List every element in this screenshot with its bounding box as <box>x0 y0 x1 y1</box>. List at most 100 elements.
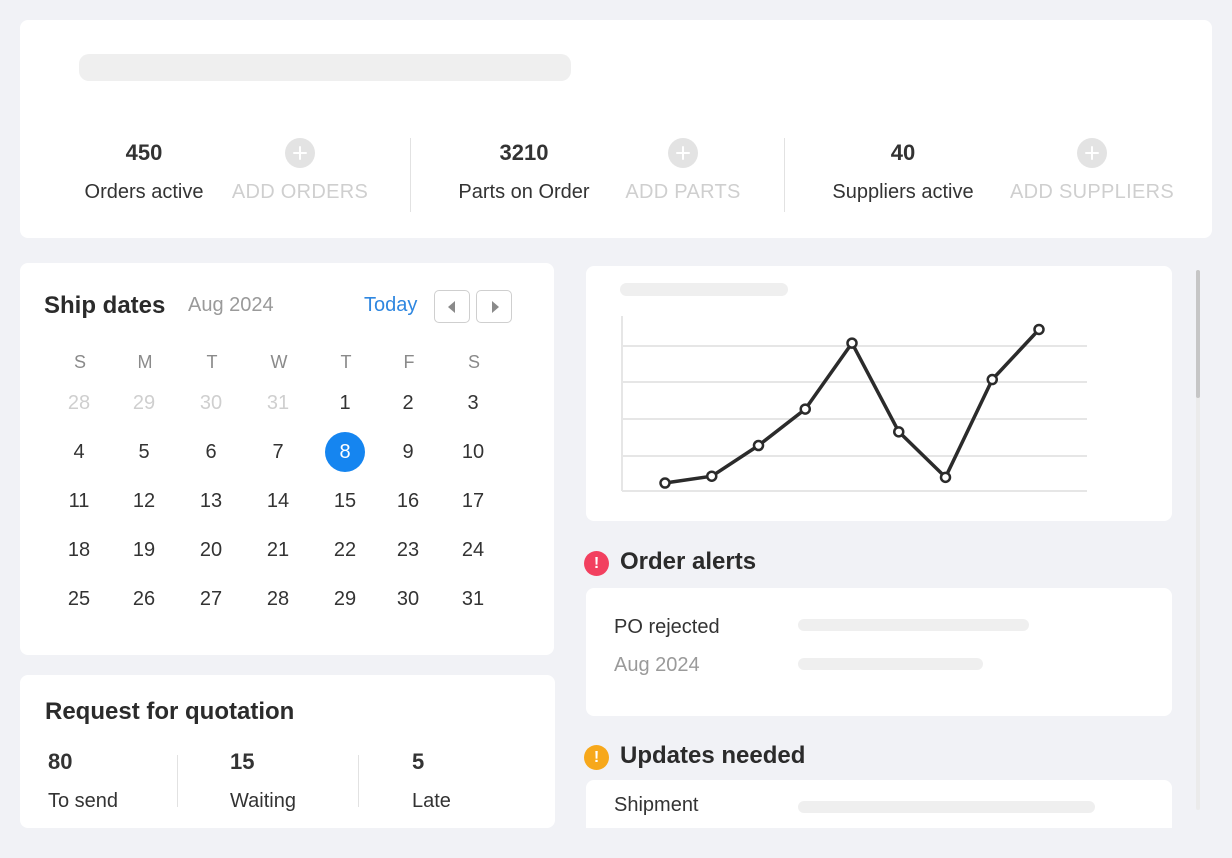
rfq-to-send-label: To send <box>48 790 119 812</box>
add-suppliers-button[interactable]: ADD SUPPLIERS <box>1002 181 1182 204</box>
calendar-day[interactable]: 22 <box>325 530 365 570</box>
calendar-day[interactable]: 27 <box>191 579 231 619</box>
chart-data-point[interactable] <box>706 470 718 482</box>
trend-chart-card <box>586 266 1172 521</box>
ship-dates-calendar: Ship dates Aug 2024 Today S M T W T F S 28 29 30 3… <box>20 263 554 655</box>
chart-data-point[interactable] <box>1033 323 1045 336</box>
order-alerts-card[interactable]: PO rejected Aug 2024 <box>586 588 1172 716</box>
alert-exclamation-icon: ! <box>584 551 609 576</box>
calendar-day[interactable]: 3 <box>453 383 493 423</box>
weekday-header: S <box>467 352 480 372</box>
calendar-day[interactable]: 1 <box>325 383 365 423</box>
chart-data-point[interactable] <box>986 373 998 386</box>
weekday-header: W <box>270 352 288 372</box>
weekday-header: S <box>73 352 86 372</box>
prev-month-button[interactable] <box>434 290 470 323</box>
calendar-day[interactable]: 6 <box>191 432 231 472</box>
rfq-late-label: Late <box>412 790 451 812</box>
calendar-day[interactable]: 16 <box>388 481 428 521</box>
calendar-month-label: Aug 2024 <box>188 294 274 316</box>
weekday-header: T <box>340 352 352 372</box>
add-parts-plus-icon[interactable] <box>668 138 698 168</box>
rfq-to-send-count: 80 <box>48 749 73 774</box>
add-parts-button[interactable]: ADD PARTS <box>603 181 763 204</box>
weekday-header: T <box>206 352 218 372</box>
calendar-day[interactable]: 11 <box>59 481 99 521</box>
chart-data-point[interactable] <box>939 471 952 484</box>
calendar-day[interactable]: 23 <box>388 530 428 570</box>
chart-data-point[interactable] <box>846 337 858 349</box>
line-chart <box>621 316 1087 492</box>
add-orders-plus-icon[interactable] <box>285 138 315 168</box>
scrollbar-thumb[interactable] <box>1196 270 1200 398</box>
calendar-day[interactable]: 10 <box>453 432 493 472</box>
update-row-label: Shipment <box>614 794 699 816</box>
calendar-day[interactable]: 25 <box>59 579 99 619</box>
rfq-divider <box>177 755 178 807</box>
orders-active-count: 450 <box>125 140 163 165</box>
title-placeholder-bar <box>79 54 571 81</box>
chart-series-line <box>664 328 1041 485</box>
chart-data-point[interactable] <box>659 477 671 489</box>
warning-exclamation-icon: ! <box>584 745 609 770</box>
calendar-day[interactable]: 5 <box>124 432 164 472</box>
calendar-day[interactable]: 24 <box>453 530 493 570</box>
rfq-late-count: 5 <box>412 749 425 774</box>
parts-on-order-count: 3210 <box>499 140 549 165</box>
rfq-divider <box>358 755 359 807</box>
calendar-day[interactable]: 30 <box>191 383 231 423</box>
calendar-day[interactable]: 2 <box>388 383 428 423</box>
updates-needed-title: Updates needed <box>620 742 806 769</box>
calendar-day[interactable]: 31 <box>453 579 493 619</box>
update-detail-placeholder-bar <box>798 801 1095 813</box>
next-month-button[interactable] <box>476 290 512 323</box>
chart-data-point[interactable] <box>893 426 905 438</box>
calendar-day[interactable]: 29 <box>124 383 164 423</box>
chevron-right-icon <box>492 301 499 313</box>
calendar-day[interactable]: 15 <box>325 481 365 521</box>
calendar-day[interactable]: 28 <box>59 383 99 423</box>
weekday-header: M <box>137 352 153 372</box>
calendar-title: Ship dates <box>44 292 166 319</box>
alert-detail-placeholder-bar <box>798 619 1029 631</box>
stats-divider <box>410 138 411 212</box>
calendar-day[interactable]: 20 <box>191 530 231 570</box>
orders-active-label: Orders active <box>84 181 204 203</box>
request-for-quotation-card: Request for quotation 80 To send 15 Wait… <box>20 675 555 828</box>
parts-on-order-label: Parts on Order <box>458 181 590 203</box>
calendar-day[interactable]: 7 <box>258 432 298 472</box>
rfq-title: Request for quotation <box>45 698 295 725</box>
today-button[interactable]: Today <box>364 294 417 317</box>
alert-row-date: Aug 2024 <box>614 654 700 676</box>
calendar-day[interactable]: 29 <box>325 579 365 619</box>
rfq-waiting-count: 15 <box>230 749 255 774</box>
chevron-left-icon <box>448 301 455 313</box>
rfq-waiting-label: Waiting <box>230 790 296 812</box>
calendar-day[interactable]: 14 <box>258 481 298 521</box>
calendar-day-selected[interactable]: 8 <box>325 432 365 472</box>
suppliers-active-label: Suppliers active <box>832 181 974 203</box>
calendar-day[interactable]: 26 <box>124 579 164 619</box>
add-suppliers-plus-icon[interactable] <box>1077 138 1107 168</box>
stats-summary-card: 450 Orders active ADD ORDERS 3210 Parts … <box>20 20 1212 238</box>
calendar-day[interactable]: 17 <box>453 481 493 521</box>
alert-detail-placeholder-bar <box>798 658 983 670</box>
calendar-day[interactable]: 21 <box>258 530 298 570</box>
calendar-day[interactable]: 28 <box>258 579 298 619</box>
calendar-day[interactable]: 4 <box>59 432 99 472</box>
suppliers-active-count: 40 <box>890 140 916 165</box>
calendar-day[interactable]: 18 <box>59 530 99 570</box>
add-orders-button[interactable]: ADD ORDERS <box>220 181 380 204</box>
chart-data-point[interactable] <box>752 439 765 452</box>
stats-divider <box>784 138 785 212</box>
calendar-day[interactable]: 31 <box>258 383 298 423</box>
calendar-day[interactable]: 12 <box>124 481 164 521</box>
scrollbar-track[interactable] <box>1196 270 1200 810</box>
calendar-day[interactable]: 19 <box>124 530 164 570</box>
chart-data-point[interactable] <box>799 403 811 415</box>
calendar-day[interactable]: 9 <box>388 432 428 472</box>
calendar-day[interactable]: 13 <box>191 481 231 521</box>
order-alerts-title: Order alerts <box>620 548 757 575</box>
updates-needed-card[interactable]: Shipment <box>586 780 1172 828</box>
calendar-day[interactable]: 30 <box>388 579 428 619</box>
